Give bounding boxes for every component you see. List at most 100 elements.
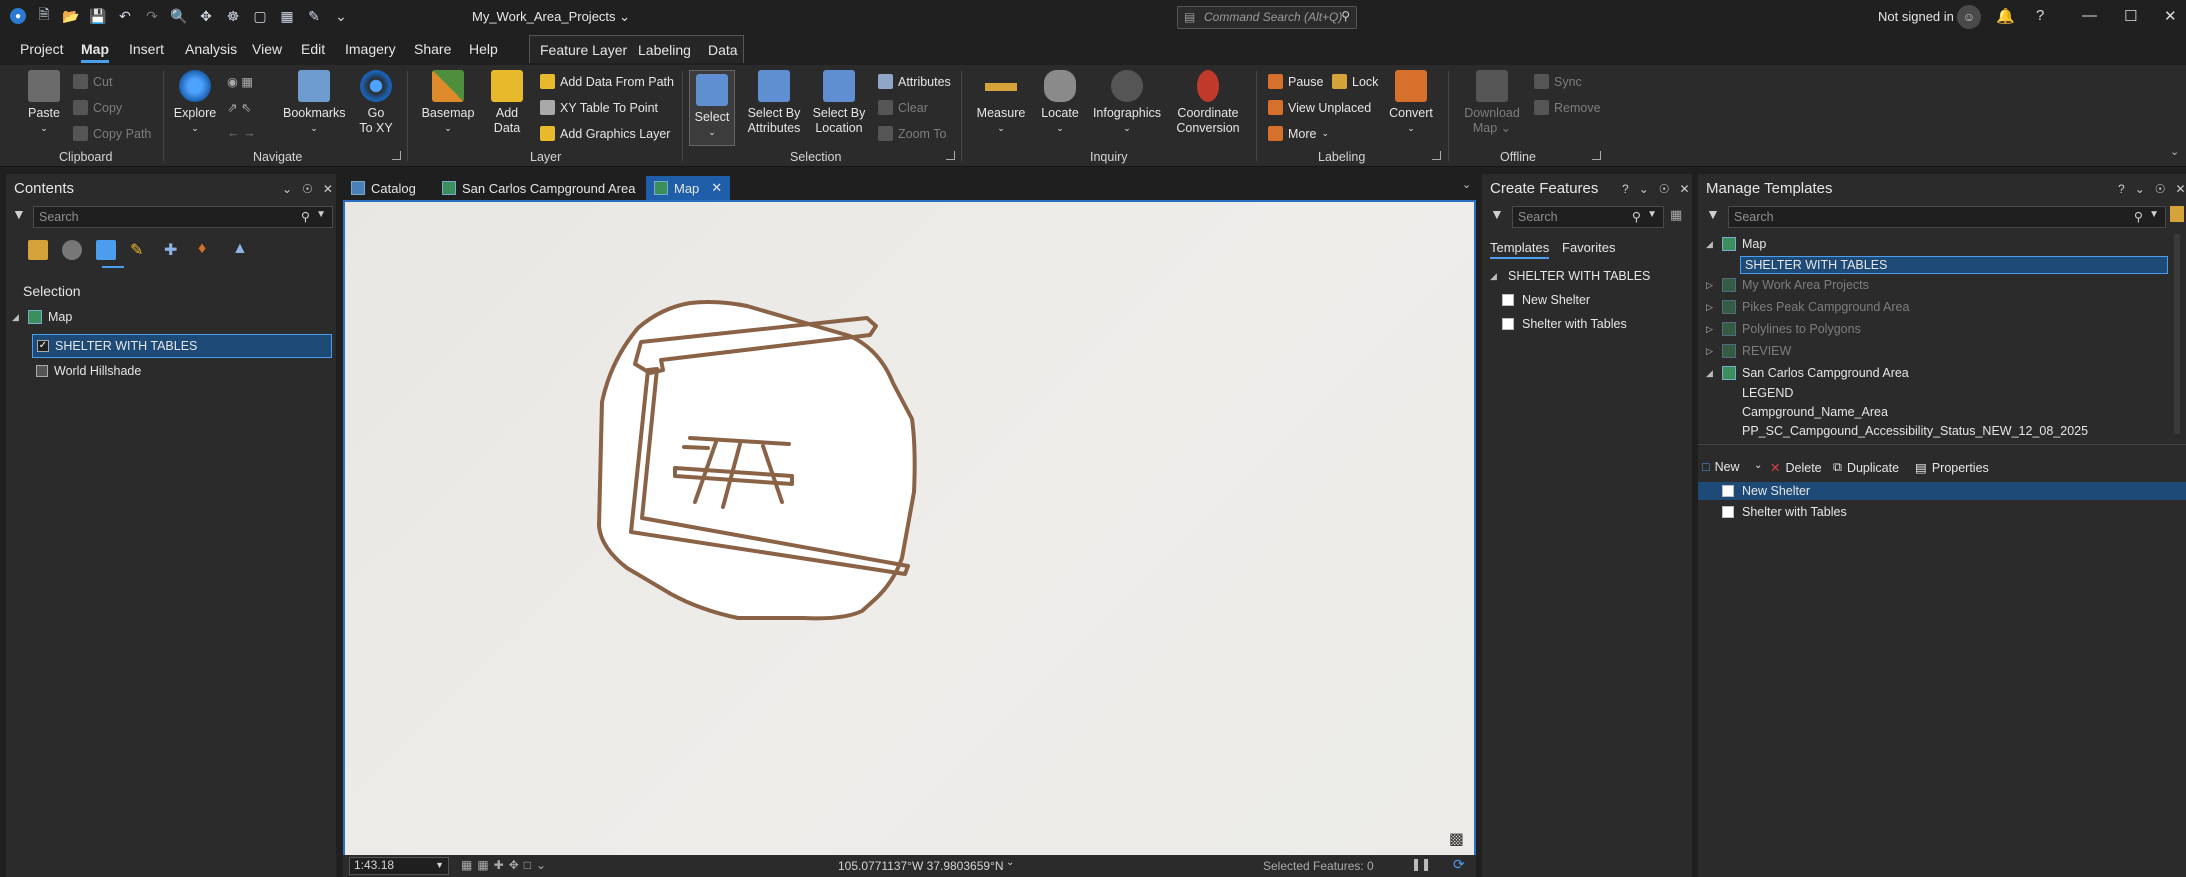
collapse-icon[interactable]: ◢ [12, 312, 22, 323]
expand-icon[interactable]: ▷ [1706, 346, 1716, 357]
maximize-icon[interactable]: ☐ [2124, 7, 2137, 25]
list-by-perspective-icon[interactable]: ▲ [232, 240, 252, 260]
avatar[interactable]: ☺ [1957, 5, 1981, 29]
xy-table-to-point-button[interactable]: XY Table To Point [540, 100, 658, 115]
map-view[interactable]: ▩ [343, 200, 1476, 855]
tab-templates[interactable]: Templates [1490, 240, 1550, 259]
pause-drawing-icon[interactable]: ❚❚ [1411, 857, 1431, 871]
pan-icon[interactable]: ✥ [197, 7, 215, 25]
expand-icon[interactable]: ▷ [1706, 280, 1716, 291]
manage-templates-search-input[interactable]: Search ⚲ ▼ [1728, 206, 2166, 228]
signin-status[interactable]: Not signed in [1878, 9, 1954, 24]
full-extent-button[interactable]: ◉ ▦ [227, 74, 253, 89]
add-graphics-layer-button[interactable]: Add Graphics Layer [540, 126, 670, 141]
layer-checkbox[interactable] [36, 365, 48, 377]
locate-button[interactable]: Locate ⌄ [1037, 70, 1083, 136]
collapse-icon[interactable]: ◢ [1706, 368, 1716, 379]
redo-icon[interactable]: ↷ [143, 7, 161, 25]
filter-icon[interactable]: ▼ [1490, 206, 1504, 222]
layer-world-hillshade[interactable]: World Hillshade [36, 364, 141, 378]
collapse-icon[interactable]: ◢ [1490, 271, 1500, 282]
mt-template-new-shelter[interactable]: New Shelter [1698, 482, 2186, 500]
chevron-down-icon[interactable]: ▼ [316, 209, 326, 220]
command-search-input[interactable]: ▤ Command Search (Alt+Q) ⚲ [1177, 6, 1357, 29]
project-title[interactable]: My_Work_Area_Projects ⌄ [472, 9, 630, 25]
more-labeling-button[interactable]: More ⌄ [1268, 126, 1329, 141]
navigate-launcher[interactable] [392, 151, 401, 160]
tree-scrollbar[interactable] [2174, 234, 2180, 434]
expand-icon[interactable]: ▷ [1706, 324, 1716, 335]
tab-favorites[interactable]: Favorites [1562, 240, 1615, 255]
select-by-attributes-button[interactable]: Select By Attributes [743, 70, 805, 136]
view-tab-san-carlos[interactable]: San Carlos Campground Area [434, 176, 643, 200]
edit-vertices-icon[interactable]: ✎ [305, 7, 323, 25]
cut-button[interactable]: Cut [73, 74, 112, 89]
save-project-icon[interactable]: 💾 [89, 7, 107, 25]
tab-help[interactable]: Help [469, 41, 498, 57]
scale-selector[interactable]: 1:43.18 ▼ [349, 857, 449, 875]
goto-xy-button[interactable]: Go To XY [356, 70, 396, 136]
tab-insert[interactable]: Insert [129, 41, 164, 57]
help-icon[interactable]: ? [2036, 7, 2044, 24]
tab-feature-layer[interactable]: Feature Layer [540, 42, 627, 58]
mt-tree-legend[interactable]: LEGEND [1742, 386, 1793, 400]
paste-button[interactable]: Paste ⌄ [24, 70, 64, 136]
attributes-button[interactable]: Attributes [878, 74, 951, 89]
tab-project[interactable]: Project [20, 41, 64, 57]
list-by-source-icon[interactable] [62, 240, 82, 260]
mt-tree-review[interactable]: ▷ REVIEW [1706, 344, 1791, 358]
new-project-icon[interactable]: 🗎 [35, 6, 53, 25]
bookmarks-button[interactable]: Bookmarks ⌄ [283, 70, 346, 136]
template-group-header[interactable]: ◢ SHELTER WITH TABLES [1490, 269, 1650, 283]
help-icon[interactable]: ? [1622, 182, 1629, 196]
pane-menu-icon[interactable]: ⌄ [2135, 182, 2145, 196]
tab-analysis[interactable]: Analysis [185, 41, 237, 57]
status-tools[interactable]: ▦▦✚✥□⌄ [461, 858, 551, 872]
tab-edit[interactable]: Edit [301, 41, 325, 57]
pin-icon[interactable]: ☉ [1659, 182, 1670, 196]
convert-button[interactable]: Convert ⌄ [1388, 70, 1434, 136]
prev-next-extent-button[interactable]: ← → [227, 126, 255, 140]
delete-template-button[interactable]: ✕ Delete [1770, 460, 1822, 476]
pane-menu-icon[interactable]: ⌄ [1639, 182, 1649, 196]
fixed-zoom-button[interactable]: ⇗ ⇖ [227, 100, 251, 115]
pin-icon[interactable]: ☉ [302, 182, 313, 196]
list-by-editing-icon[interactable]: ✎ [130, 240, 150, 260]
coordinate-conversion-button[interactable]: Coordinate Conversion [1172, 70, 1244, 136]
tab-labeling[interactable]: Labeling [638, 42, 691, 58]
select-by-location-button[interactable]: Select By Location [808, 70, 870, 136]
mt-tree-campground-name-area[interactable]: Campground_Name_Area [1742, 405, 1888, 419]
remove-offline-button[interactable]: Remove [1534, 100, 1601, 115]
binoculars-icon[interactable]: ☸ [224, 7, 242, 25]
new-template-button[interactable]: □ New [1702, 460, 1740, 474]
tab-overflow-icon[interactable]: ⌄ [1462, 178, 1471, 191]
undo-icon[interactable]: ↶ [116, 7, 134, 25]
collapse-ribbon-icon[interactable]: ⌄ [2170, 145, 2179, 158]
view-unplaced-button[interactable]: View Unplaced [1268, 100, 1371, 115]
close-icon[interactable]: ✕ [2164, 7, 2177, 25]
view-tab-map[interactable]: Map ✕ [646, 176, 731, 200]
view-tab-catalog[interactable]: Catalog [343, 176, 424, 200]
list-by-snapping-icon[interactable]: ✚ [164, 240, 184, 260]
template-properties-button[interactable]: ▤ Properties [1915, 460, 1989, 476]
mt-tree-polylines[interactable]: ▷ Polylines to Polygons [1706, 322, 1861, 336]
extent-icon[interactable]: ▦ [278, 7, 296, 25]
mt-tree-my-work-area[interactable]: ▷ My Work Area Projects [1706, 278, 1869, 292]
sync-button[interactable]: Sync [1534, 74, 1582, 89]
clear-selection-button[interactable]: Clear [878, 100, 928, 115]
offline-launcher[interactable] [1592, 151, 1601, 160]
explore-button[interactable]: Explore ⌄ [172, 70, 218, 136]
chevron-down-icon[interactable]: ⌄ [1006, 857, 1014, 868]
collapse-icon[interactable]: ◢ [1706, 239, 1716, 250]
tree-item-map[interactable]: ◢ Map [12, 310, 72, 324]
tab-view[interactable]: View [252, 41, 282, 57]
tab-data[interactable]: Data [708, 42, 738, 58]
create-features-search-input[interactable]: Search ⚲ ▼ [1512, 206, 1664, 228]
tab-imagery[interactable]: Imagery [345, 41, 396, 57]
mt-tree-san-carlos[interactable]: ◢ San Carlos Campground Area [1706, 366, 1909, 380]
list-by-labeling-icon[interactable]: ♦ [198, 240, 218, 260]
close-pane-icon[interactable]: ✕ [2176, 182, 2186, 196]
open-project-icon[interactable]: 📂 [62, 7, 80, 25]
mt-tree-accessibility-status[interactable]: PP_SC_Campgound_Accessibility_Status_NEW… [1742, 424, 2088, 438]
expand-icon[interactable]: ▷ [1706, 302, 1716, 313]
